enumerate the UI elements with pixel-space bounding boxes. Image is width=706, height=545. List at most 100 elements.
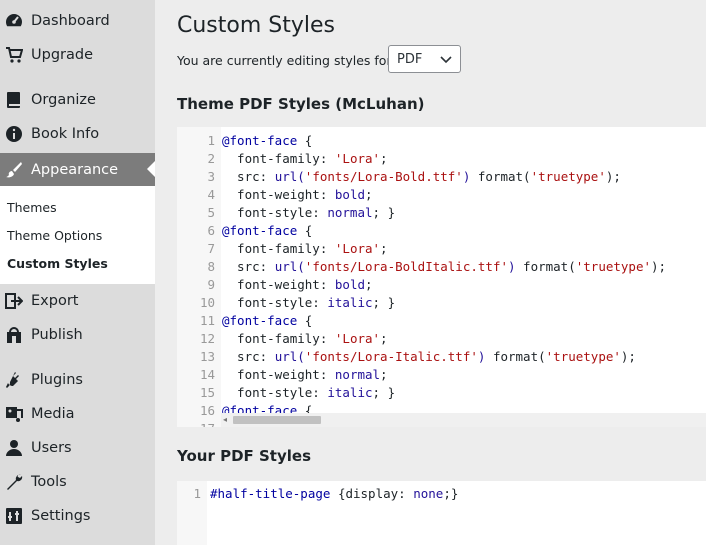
sidebar-item-users[interactable]: Users bbox=[0, 432, 155, 464]
code-token: @font-face bbox=[222, 133, 298, 148]
your-styles-code-editor[interactable]: 1 #half-title-page {display: none;} bbox=[177, 481, 706, 545]
line-number: 1 bbox=[207, 133, 215, 148]
horizontal-scrollbar[interactable]: ◂ bbox=[221, 413, 706, 427]
code-token: italic bbox=[327, 295, 373, 310]
code-line: font-style: italic; } bbox=[222, 294, 395, 312]
sidebar-item-publish[interactable]: Publish bbox=[0, 319, 155, 351]
theme-styles-code-editor[interactable]: 1 @font-face {2 font-family: 'Lora'; 3 src… bbox=[177, 127, 706, 427]
code-token: ; bbox=[380, 331, 388, 346]
code-token: normal bbox=[327, 205, 373, 220]
sidebar-item-label: Organize bbox=[31, 92, 96, 108]
code-token: format( bbox=[470, 169, 531, 184]
code-token: font-style: bbox=[222, 385, 328, 400]
code-line: font-weight: bold; bbox=[222, 186, 373, 204]
line-number: 2 bbox=[207, 151, 215, 166]
code-token: ; } bbox=[372, 385, 396, 400]
submenu-item-themes[interactable]: Themes bbox=[7, 200, 57, 215]
line-number: 7 bbox=[207, 241, 215, 256]
code-token: font-family: bbox=[222, 331, 335, 346]
sidebar-item-label: Settings bbox=[31, 508, 91, 524]
code-token: font-weight: bbox=[222, 277, 335, 292]
code-line: @font-face { bbox=[222, 222, 312, 240]
code-line: #half-title-page {display: none;} bbox=[210, 485, 458, 503]
submenu-item-theme-options[interactable]: Theme Options bbox=[7, 228, 102, 243]
submenu-item-custom-styles[interactable]: Custom Styles bbox=[7, 256, 108, 271]
code-token: font-style: bbox=[222, 205, 328, 220]
line-number: 10 bbox=[199, 295, 215, 310]
select-value: PDF bbox=[397, 51, 423, 67]
code-token: format( bbox=[485, 349, 546, 364]
sidebar-item-export[interactable]: Export bbox=[0, 285, 155, 317]
code-token: format( bbox=[515, 259, 576, 274]
code-token: ); bbox=[620, 349, 636, 364]
line-number: 11 bbox=[199, 313, 215, 328]
sidebar-item-label: Upgrade bbox=[31, 47, 93, 63]
line-number: 17 bbox=[177, 420, 215, 427]
editing-label: You are currently editing styles for: bbox=[177, 53, 396, 68]
code-line: font-style: italic; } bbox=[222, 384, 395, 402]
settings-icon bbox=[4, 506, 24, 526]
code-token: 'truetype' bbox=[575, 259, 652, 274]
code-token: ); bbox=[605, 169, 621, 184]
code-token: { bbox=[297, 223, 313, 238]
code-token: src: bbox=[222, 169, 275, 184]
code-token: ; bbox=[380, 241, 388, 256]
code-token: @font-face bbox=[222, 223, 298, 238]
sidebar-item-upgrade[interactable]: Upgrade bbox=[0, 39, 155, 71]
code-token: none bbox=[413, 486, 444, 501]
scroll-left-arrow-icon[interactable]: ◂ bbox=[223, 415, 227, 424]
style-type-select[interactable]: PDF bbox=[388, 45, 461, 73]
line-number: 5 bbox=[207, 205, 215, 220]
sidebar-item-dashboard[interactable]: Dashboard bbox=[0, 5, 155, 37]
code-token: ; bbox=[380, 151, 388, 166]
dashboard-icon bbox=[4, 11, 24, 31]
code-line: src: url('fonts/Lora-BoldItalic.ttf') fo… bbox=[222, 258, 666, 276]
sidebar-item-appearance[interactable]: Appearance bbox=[0, 153, 155, 186]
code-token: font-family: bbox=[222, 241, 335, 256]
code-line: font-style: normal; } bbox=[222, 204, 395, 222]
sidebar-item-settings[interactable]: Settings bbox=[0, 500, 155, 532]
code-token: bold bbox=[334, 187, 365, 202]
code-token: { bbox=[297, 313, 313, 328]
sidebar-item-media[interactable]: Media bbox=[0, 398, 155, 430]
main-content: Custom Styles You are currently editing … bbox=[155, 0, 706, 545]
sidebar-item-organize[interactable]: Organize bbox=[0, 84, 155, 116]
line-number: 12 bbox=[199, 331, 215, 346]
book-icon bbox=[4, 90, 24, 110]
paintbrush-icon bbox=[4, 160, 24, 180]
code-token: 'fonts/Lora-Italic.ttf' bbox=[304, 349, 478, 364]
sidebar-item-label: Publish bbox=[31, 327, 83, 343]
scrollbar-thumb[interactable] bbox=[233, 416, 321, 424]
code-token: font-weight: bbox=[222, 367, 335, 382]
code-token: url( bbox=[274, 169, 305, 184]
code-token: 'truetype' bbox=[530, 169, 606, 184]
code-token: ; } bbox=[372, 205, 396, 220]
theme-styles-heading: Theme PDF Styles (McLuhan) bbox=[177, 95, 425, 113]
media-icon bbox=[4, 404, 24, 424]
line-number: 15 bbox=[199, 385, 215, 400]
line-number: 16 bbox=[199, 403, 215, 418]
sidebar-item-tools[interactable]: Tools bbox=[0, 466, 155, 498]
code-line: src: url('fonts/Lora-Bold.ttf') format('… bbox=[222, 168, 621, 186]
code-token: ; bbox=[365, 277, 373, 292]
code-token: ) bbox=[508, 259, 516, 274]
sidebar-item-plugins[interactable]: Plugins bbox=[0, 364, 155, 396]
plugin-icon bbox=[4, 370, 24, 390]
code-line: src: url('fonts/Lora-Italic.ttf') format… bbox=[222, 348, 636, 366]
code-line: font-family: 'Lora'; bbox=[222, 240, 388, 258]
code-token: ; bbox=[365, 187, 373, 202]
your-styles-heading: Your PDF Styles bbox=[177, 447, 311, 465]
code-token: font-family: bbox=[222, 151, 335, 166]
line-number: 8 bbox=[207, 259, 215, 274]
store-icon bbox=[4, 325, 24, 345]
admin-sidebar: Dashboard Upgrade Organize Book Info App… bbox=[0, 0, 155, 545]
code-token: #half-title-page bbox=[210, 486, 331, 501]
page-title: Custom Styles bbox=[177, 13, 335, 38]
code-line: font-weight: bold; bbox=[222, 276, 373, 294]
sidebar-item-label: Media bbox=[31, 406, 75, 422]
code-line: font-family: 'Lora'; bbox=[222, 330, 388, 348]
wrench-icon bbox=[4, 472, 24, 492]
code-line: font-weight: normal; bbox=[222, 366, 388, 384]
cart-icon bbox=[4, 45, 24, 65]
sidebar-item-book-info[interactable]: Book Info bbox=[0, 118, 155, 150]
